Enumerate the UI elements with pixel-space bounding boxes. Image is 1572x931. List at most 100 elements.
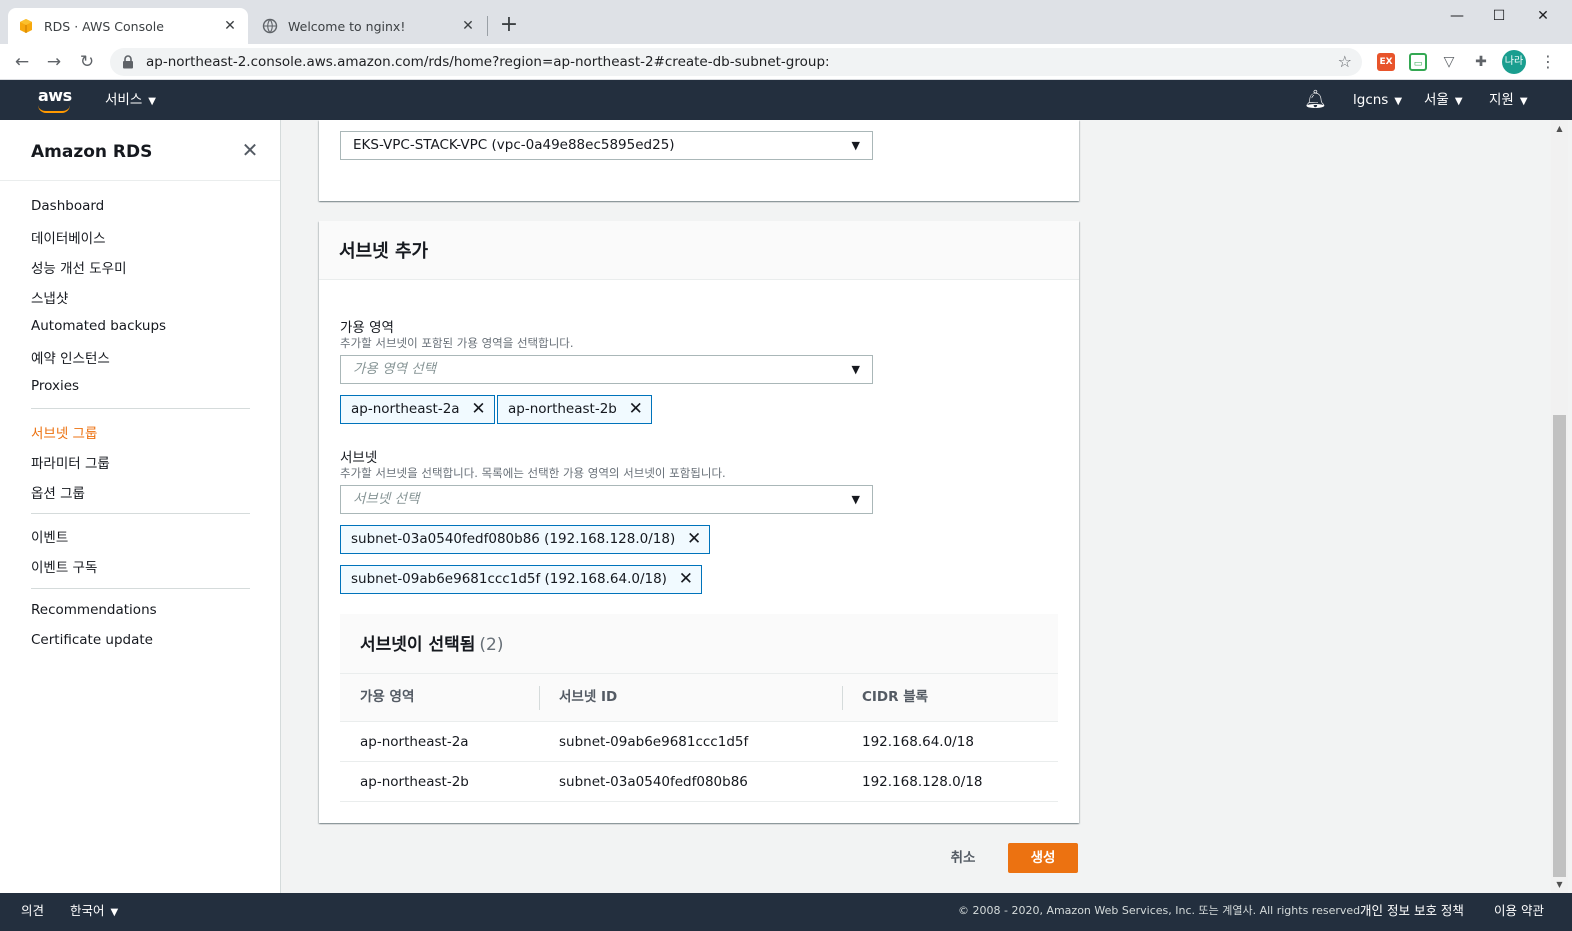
aws-top-nav: aws 서비스 ▼ 🔔︎ lgcns ▼ 서울 ▼ 지원 ▼	[0, 80, 1572, 120]
selected-subnets-table: 서브넷이 선택됨 (2) 가용 영역 서브넷 ID CIDR 블록 ap-nort…	[340, 614, 1058, 803]
selected-subnets-header: 서브넷이 선택됨 (2)	[340, 614, 1058, 673]
bell-icon[interactable]: 🔔︎	[1304, 80, 1327, 120]
tab-separator	[487, 16, 488, 36]
footer: 의견 한국어 ▼ © 2008 - 2020, Amazon Web Servic…	[0, 893, 1572, 931]
sidebar-item-dashboard[interactable]: Dashboard	[31, 198, 104, 214]
cancel-button[interactable]: 취소	[936, 843, 990, 873]
lock-icon	[123, 55, 133, 69]
caret-down-icon: ▼	[851, 363, 860, 376]
vpc-panel: EKS-VPC-STACK-VPC (vpc-0a49e88ec5895ed25…	[319, 120, 1079, 201]
scrollbar-thumb[interactable]	[1553, 415, 1566, 877]
close-icon[interactable]: ✕	[240, 140, 260, 160]
cell-cidr: 192.168.64.0/18	[862, 734, 974, 750]
scroll-up-icon[interactable]: ▲	[1551, 122, 1568, 136]
sidebar-item-snapshots[interactable]: 스냅샷	[31, 287, 68, 307]
tab-title: Welcome to nginx!	[288, 18, 406, 34]
extension-ex-icon[interactable]: EX	[1377, 53, 1395, 71]
extensions-puzzle-icon[interactable]: ✚	[1472, 53, 1490, 71]
globe-icon	[262, 18, 278, 34]
sidebar-title: Amazon RDS	[31, 142, 153, 162]
extension-screen-icon[interactable]: ▭	[1409, 53, 1427, 71]
column-header-az[interactable]: 가용 영역	[340, 674, 414, 723]
reload-icon[interactable]: ↻	[75, 50, 99, 74]
terms-link[interactable]: 이용 약관	[1494, 893, 1544, 929]
divider	[31, 408, 250, 409]
extension-v-icon[interactable]: ▽	[1440, 53, 1458, 71]
feedback-link[interactable]: 의견	[21, 893, 44, 929]
caret-down-icon: ▼	[851, 139, 860, 152]
sidebar-item-performance-insights[interactable]: 성능 개선 도우미	[31, 257, 127, 277]
sidebar-item-event-subscriptions[interactable]: 이벤트 구독	[31, 556, 97, 576]
add-subnets-panel: 서브넷 추가 가용 영역 추가할 서브넷이 포함된 가용 영역을 선택합니다. …	[319, 221, 1079, 823]
az-select[interactable]: 가용 영역 선택 ▼	[340, 355, 873, 384]
az-token: ap-northeast-2b ✕	[497, 395, 652, 424]
selected-count: (2)	[479, 635, 504, 655]
aws-logo[interactable]: aws	[38, 86, 72, 114]
vpc-select[interactable]: EKS-VPC-STACK-VPC (vpc-0a49e88ec5895ed25…	[340, 131, 873, 160]
column-header-cidr[interactable]: CIDR 블록	[842, 674, 928, 723]
new-tab-button[interactable]: +	[496, 12, 522, 38]
back-arrow-icon[interactable]: ←	[10, 50, 34, 74]
close-icon[interactable]: ✕	[222, 18, 238, 34]
privacy-link[interactable]: 개인 정보 보호 정책	[1360, 893, 1464, 929]
forward-arrow-icon[interactable]: →	[42, 50, 66, 74]
account-menu[interactable]: lgcns ▼	[1353, 80, 1402, 120]
sidebar-item-parameter-groups[interactable]: 파라미터 그룹	[31, 452, 110, 472]
maximize-icon[interactable]: ☐	[1476, 4, 1522, 28]
url-text: ap-northeast-2.console.aws.amazon.com/rd…	[146, 54, 830, 70]
subnet-select[interactable]: 서브넷 선택 ▼	[340, 485, 873, 514]
support-menu[interactable]: 지원 ▼	[1489, 80, 1528, 120]
remove-token-icon[interactable]: ✕	[687, 526, 701, 553]
remove-token-icon[interactable]: ✕	[629, 396, 643, 423]
language-menu[interactable]: 한국어 ▼	[70, 893, 118, 929]
subnet-token: subnet-09ab6e9681ccc1d5f (192.168.64.0/1…	[340, 565, 702, 594]
sidebar-item-recommendations[interactable]: Recommendations	[31, 602, 157, 618]
star-icon[interactable]: ☆	[1338, 52, 1352, 71]
subnet-select-placeholder: 서브넷 선택	[353, 491, 420, 507]
sidebar-item-automated-backups[interactable]: Automated backups	[31, 318, 166, 334]
panel-title: 서브넷 추가	[319, 221, 1079, 280]
remove-token-icon[interactable]: ✕	[679, 566, 693, 593]
cell-subnet-id: subnet-09ab6e9681ccc1d5f	[559, 734, 749, 750]
close-icon[interactable]: ✕	[460, 18, 476, 34]
url-input[interactable]: ap-northeast-2.console.aws.amazon.com/rd…	[110, 48, 1362, 76]
cell-az: ap-northeast-2b	[360, 774, 469, 790]
remove-token-icon[interactable]: ✕	[471, 396, 485, 423]
sidebar-item-option-groups[interactable]: 옵션 그룹	[31, 482, 85, 502]
sidebar-item-events[interactable]: 이벤트	[31, 526, 68, 546]
sidebar-item-proxies[interactable]: Proxies	[31, 378, 79, 394]
create-button[interactable]: 생성	[1008, 843, 1078, 873]
region-menu[interactable]: 서울 ▼	[1424, 80, 1463, 120]
window-close-icon[interactable]: ✕	[1520, 4, 1566, 28]
subnet-description: 추가할 서브넷을 선택합니다. 목록에는 선택한 가용 영역의 서브넷이 포함됩…	[340, 466, 726, 480]
divider	[31, 588, 250, 589]
browser-menu-icon[interactable]: ⋮	[1540, 50, 1556, 74]
aws-smile-icon	[38, 105, 70, 113]
tab-rds-console[interactable]: RDS · AWS Console ✕	[8, 8, 248, 44]
caret-down-icon: ▼	[1519, 96, 1528, 107]
services-menu[interactable]: 서비스 ▼	[105, 80, 156, 120]
sidebar-item-databases[interactable]: 데이터베이스	[31, 227, 106, 247]
address-bar-row: ← → ↻ ap-northeast-2.console.aws.amazon.…	[0, 44, 1572, 80]
subnet-label: 서브넷	[340, 450, 378, 466]
aws-cube-icon	[20, 19, 32, 33]
caret-down-icon: ▼	[1454, 96, 1463, 107]
sidebar-item-certificate-update[interactable]: Certificate update	[31, 632, 153, 648]
table-row: ap-northeast-2b subnet-03a0540fedf080b86…	[340, 762, 1058, 802]
tab-nginx[interactable]: Welcome to nginx! ✕	[252, 8, 486, 44]
sidebar-item-subnet-groups[interactable]: 서브넷 그룹	[31, 422, 97, 442]
browser-tab-bar: RDS · AWS Console ✕ Welcome to nginx! ✕ …	[0, 0, 1572, 44]
sidebar-item-reserved-instances[interactable]: 예약 인스턴스	[31, 347, 110, 367]
cell-subnet-id: subnet-03a0540fedf080b86	[559, 774, 748, 790]
column-header-subnet-id[interactable]: 서브넷 ID	[539, 674, 617, 723]
minimize-icon[interactable]: —	[1434, 4, 1480, 28]
divider	[31, 513, 250, 514]
caret-down-icon: ▼	[148, 96, 156, 107]
caret-down-icon: ▼	[110, 907, 119, 918]
scroll-down-icon[interactable]: ▼	[1551, 878, 1568, 892]
copyright-text: © 2008 - 2020, Amazon Web Services, Inc.…	[958, 904, 1364, 917]
tab-title: RDS · AWS Console	[44, 18, 164, 34]
sidebar: Amazon RDS ✕ Dashboard 데이터베이스 성능 개선 도우미 …	[0, 120, 281, 893]
table-header-row: 가용 영역 서브넷 ID CIDR 블록	[340, 673, 1058, 722]
profile-avatar[interactable]: 나라	[1502, 50, 1526, 74]
